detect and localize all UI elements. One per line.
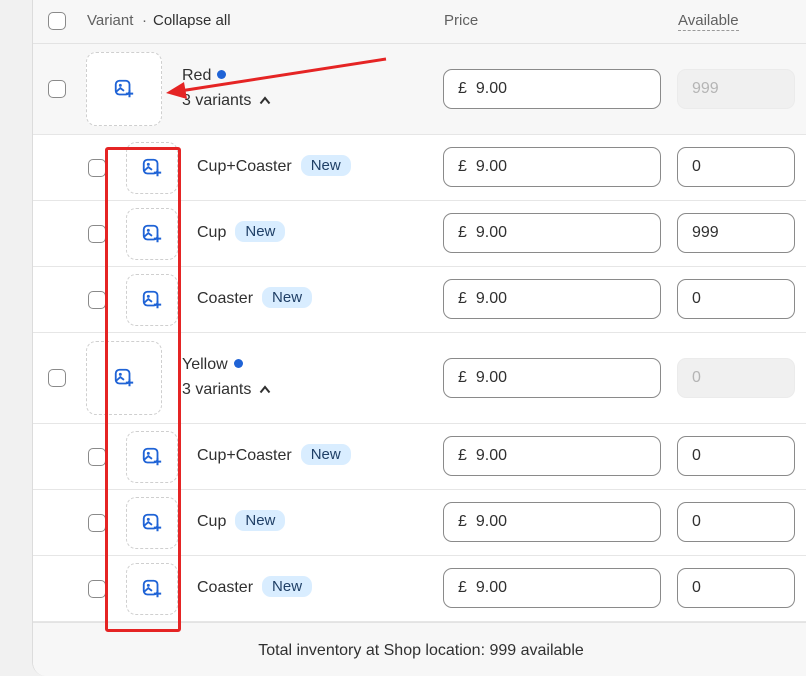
unsaved-dot-icon — [233, 359, 243, 368]
price-input[interactable]: £9.00 — [443, 213, 661, 253]
add-image-button[interactable] — [86, 52, 162, 126]
add-image-icon — [142, 447, 162, 466]
variant-row[interactable]: Cup+Coaster New £9.00 0 — [33, 135, 806, 201]
available-input[interactable]: 0 — [677, 279, 795, 319]
total-inventory-text: Total inventory at Shop location: 999 av… — [258, 642, 584, 659]
variant-checkbox[interactable] — [88, 159, 106, 177]
available-input[interactable]: 0 — [677, 436, 795, 476]
chevron-up-icon — [260, 96, 271, 105]
variant-column-label: Variant — [87, 12, 134, 29]
new-badge: New — [262, 576, 313, 597]
variant-name: Coaster New — [197, 576, 313, 597]
new-badge: New — [235, 221, 286, 242]
variant-name: Cup New — [197, 221, 286, 242]
available-input: 999 — [677, 69, 795, 109]
header-separator: · — [142, 12, 147, 29]
price-input[interactable]: £9.00 — [443, 279, 661, 319]
unsaved-dot-icon — [217, 70, 227, 79]
variant-row[interactable]: Cup New £9.00 0 — [33, 490, 806, 556]
inventory-footer: Total inventory at Shop location: 999 av… — [33, 622, 806, 676]
variant-name: Coaster New — [197, 287, 313, 308]
variant-name: Cup New — [197, 510, 286, 531]
price-input[interactable]: £9.00 — [443, 358, 661, 398]
variant-checkbox[interactable] — [88, 448, 106, 466]
collapse-all-button[interactable]: Collapse all — [153, 12, 231, 29]
new-badge: New — [235, 510, 286, 531]
add-image-icon — [142, 579, 162, 598]
available-input[interactable]: 0 — [677, 502, 795, 542]
price-input[interactable]: £9.00 — [443, 568, 661, 608]
variant-group-row[interactable]: Yellow 3 variants £9.00 0 — [33, 333, 806, 424]
new-badge: New — [300, 444, 351, 465]
add-image-button[interactable] — [86, 341, 162, 415]
variant-row[interactable]: Cup New £9.00 999 — [33, 201, 806, 267]
group-checkbox[interactable] — [48, 369, 66, 387]
variants-panel: Variant · Collapse all Price Available R… — [32, 0, 806, 676]
select-all-checkbox[interactable] — [48, 12, 66, 30]
add-image-icon — [142, 224, 162, 243]
price-input[interactable]: £9.00 — [443, 147, 661, 187]
variant-name: Cup+Coaster New — [197, 155, 351, 176]
variant-row[interactable]: Coaster New £9.00 0 — [33, 556, 806, 622]
add-image-button[interactable] — [126, 563, 178, 615]
price-input[interactable]: £9.00 — [443, 69, 661, 109]
available-input[interactable]: 0 — [677, 568, 795, 608]
variant-checkbox[interactable] — [88, 514, 106, 532]
add-image-icon — [142, 158, 162, 177]
variant-group-row[interactable]: Red 3 variants £9.00 999 — [33, 44, 806, 135]
variant-checkbox[interactable] — [88, 225, 106, 243]
group-name: Yellow — [182, 356, 243, 374]
available-input[interactable]: 999 — [677, 213, 795, 253]
chevron-up-icon — [260, 385, 271, 394]
add-image-button[interactable] — [126, 274, 178, 326]
group-name: Red — [182, 67, 227, 85]
price-input[interactable]: £9.00 — [443, 502, 661, 542]
variant-checkbox[interactable] — [88, 291, 106, 309]
price-input[interactable]: £9.00 — [443, 436, 661, 476]
add-image-icon — [114, 368, 134, 387]
variant-row[interactable]: Cup+Coaster New £9.00 0 — [33, 424, 806, 490]
variant-checkbox[interactable] — [88, 580, 106, 598]
variant-row[interactable]: Coaster New £9.00 0 — [33, 267, 806, 333]
add-image-button[interactable] — [126, 142, 178, 194]
add-image-icon — [142, 290, 162, 309]
variants-toggle[interactable]: 3 variants — [182, 381, 271, 399]
price-column-label: Price — [444, 12, 479, 29]
group-checkbox[interactable] — [48, 80, 66, 98]
table-header: Variant · Collapse all Price Available — [33, 0, 806, 44]
add-image-button[interactable] — [126, 208, 178, 260]
new-badge: New — [300, 155, 351, 176]
available-column-label[interactable]: Available — [678, 12, 739, 31]
add-image-button[interactable] — [126, 431, 178, 483]
add-image-icon — [114, 79, 134, 98]
variants-toggle[interactable]: 3 variants — [182, 92, 271, 110]
new-badge: New — [262, 287, 313, 308]
variant-name: Cup+Coaster New — [197, 444, 351, 465]
add-image-icon — [142, 513, 162, 532]
available-input[interactable]: 0 — [677, 147, 795, 187]
available-input: 0 — [677, 358, 795, 398]
add-image-button[interactable] — [126, 497, 178, 549]
